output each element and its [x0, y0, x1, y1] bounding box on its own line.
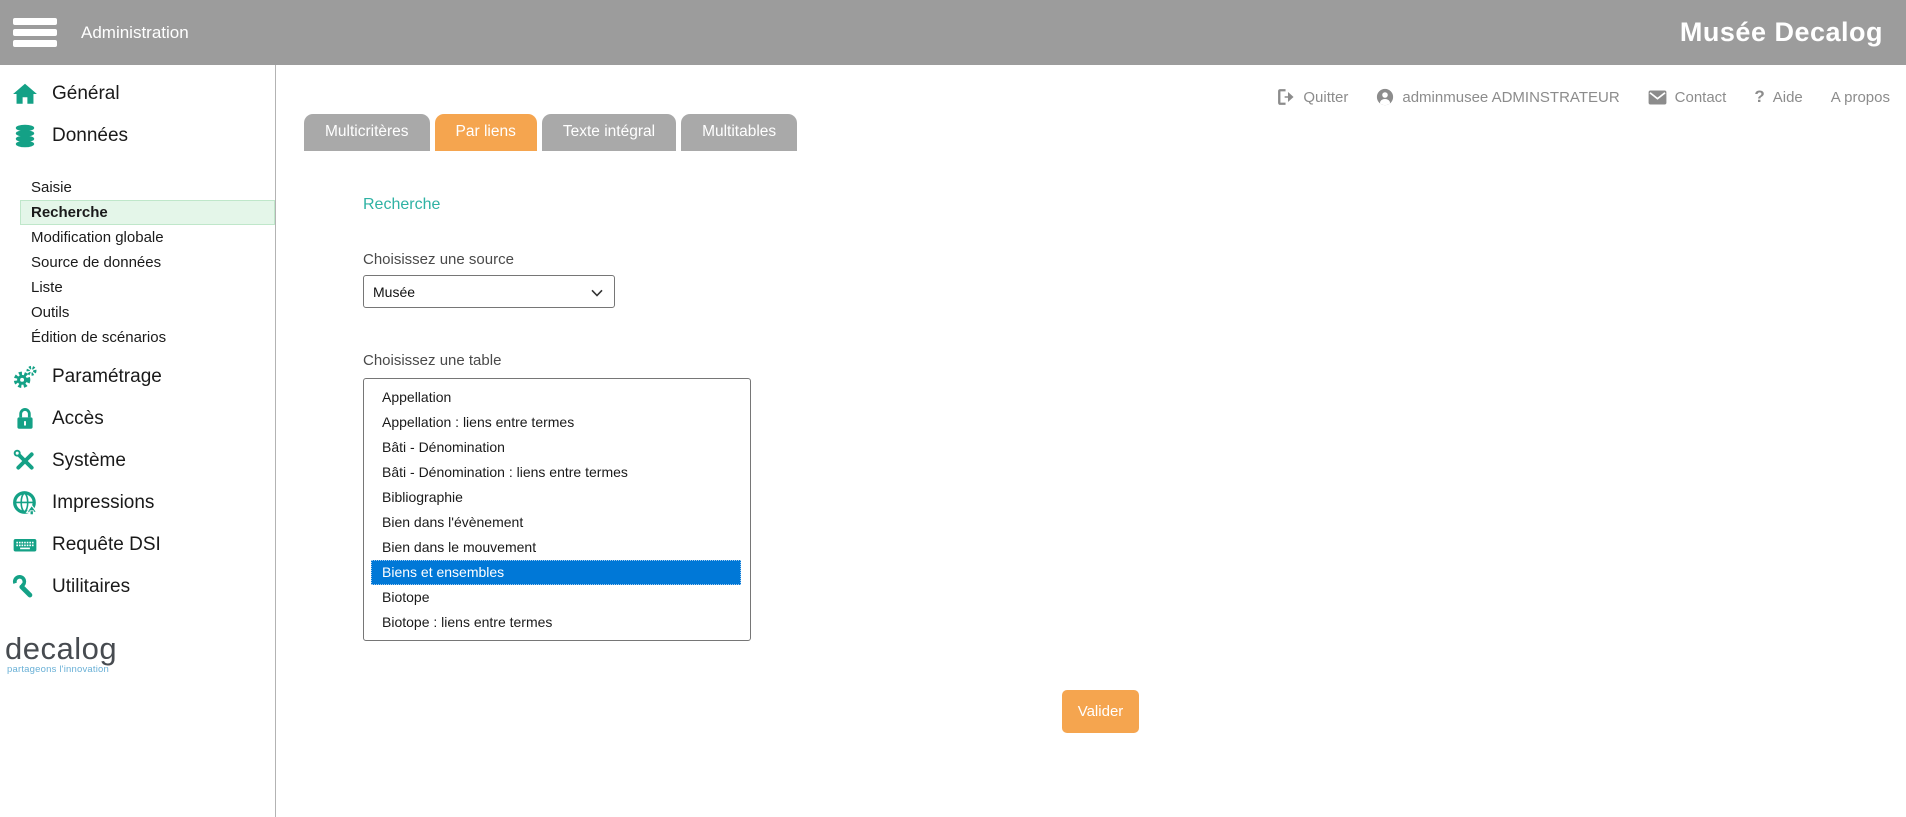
chevron-down-icon	[591, 284, 603, 300]
mail-icon	[1648, 90, 1667, 105]
help-icon: ?	[1754, 87, 1764, 107]
logout-icon	[1277, 88, 1295, 106]
sidebar-item-label: Général	[52, 83, 120, 105]
listbox-option[interactable]: Appellation : liens entre termes	[371, 410, 741, 435]
sidebar-item-label: Requête DSI	[52, 534, 161, 556]
user-links-row: Quitter adminmusee ADMINSTRATEUR	[276, 65, 1906, 112]
table-label: Choisissez une table	[363, 352, 1906, 369]
listbox-option[interactable]: Biotope	[371, 585, 741, 610]
valider-button[interactable]: Valider	[1062, 690, 1139, 733]
sidebar-item-label: Impressions	[52, 492, 154, 514]
submenu-item-modification-globale[interactable]: Modification globale	[20, 225, 275, 250]
submenu-item-liste[interactable]: Liste	[20, 275, 275, 300]
user-icon	[1376, 88, 1394, 106]
listbox-option[interactable]: Bien dans le mouvement	[371, 535, 741, 560]
tab-par-liens[interactable]: Par liens	[435, 114, 537, 151]
sidebar-item-acces[interactable]: Accès	[0, 404, 275, 434]
listbox-option[interactable]: Bien dans l'évènement	[371, 510, 741, 535]
sidebar-item-label: Données	[52, 125, 128, 147]
source-select-value: Musée	[373, 284, 415, 300]
sidebar-item-label: Utilitaires	[52, 576, 130, 598]
admin-page: Administration Musée Decalog Général Don…	[0, 0, 1906, 817]
topbar: Administration Musée Decalog	[0, 0, 1906, 65]
listbox-option[interactable]: Biotope : liens entre termes	[371, 610, 741, 635]
database-icon	[12, 123, 38, 149]
sidebar-item-general[interactable]: Général	[0, 79, 275, 109]
search-form: Recherche Choisissez une source Musée Ch…	[363, 196, 1906, 733]
sidebar-item-donnees[interactable]: Données	[0, 121, 275, 151]
globe-icon	[12, 490, 38, 516]
decalog-logo: decalog partageons l'innovation	[5, 634, 275, 675]
lock-icon	[12, 406, 38, 432]
listbox-option[interactable]: Bâti - Dénomination : liens entre termes	[371, 460, 741, 485]
gears-icon	[12, 364, 38, 390]
donnees-submenu: Saisie Recherche Modification globale So…	[0, 175, 275, 350]
sidebar-item-label: Accès	[52, 408, 104, 430]
decalog-logo-tagline: partageons l'innovation	[7, 664, 275, 675]
home-icon	[12, 81, 38, 107]
listbox-option[interactable]: Appellation	[371, 385, 741, 410]
sidebar-item-label: Paramétrage	[52, 366, 162, 388]
main-area: Quitter adminmusee ADMINSTRATEUR	[276, 65, 1906, 817]
listbox-option-selected[interactable]: Biens et ensembles	[371, 560, 741, 585]
submenu-item-saisie[interactable]: Saisie	[20, 175, 275, 200]
sidebar-item-parametrage[interactable]: Paramétrage	[0, 362, 275, 392]
submit-row: Valider	[363, 690, 1906, 733]
topbar-title: Administration	[81, 23, 189, 43]
submenu-item-recherche[interactable]: Recherche	[20, 200, 275, 225]
source-label: Choisissez une source	[363, 251, 1906, 268]
search-tabs: Multicritères Par liens Texte intégral M…	[304, 114, 1906, 151]
user-account-link[interactable]: adminmusee ADMINSTRATEUR	[1376, 88, 1619, 106]
keyboard-icon	[12, 532, 38, 558]
sidebar-item-systeme[interactable]: Système	[0, 446, 275, 476]
decalog-logo-text: decalog	[5, 634, 275, 664]
sidebar-item-impressions[interactable]: Impressions	[0, 488, 275, 518]
quitter-link[interactable]: Quitter	[1277, 88, 1348, 106]
tab-multicriteres[interactable]: Multicritères	[304, 114, 430, 151]
sidebar-item-label: Système	[52, 450, 126, 472]
contact-link[interactable]: Contact	[1648, 89, 1727, 106]
tools-icon	[12, 448, 38, 474]
submenu-item-source-de-donnees[interactable]: Source de données	[20, 250, 275, 275]
tab-multitables[interactable]: Multitables	[681, 114, 797, 151]
submenu-item-edition-de-scenarios[interactable]: Édition de scénarios	[20, 325, 275, 350]
sidebar-item-requete-dsi[interactable]: Requête DSI	[0, 530, 275, 560]
hamburger-menu-icon[interactable]	[13, 18, 57, 47]
listbox-option[interactable]: Bâti - Dénomination	[371, 435, 741, 460]
sidebar-item-utilitaires[interactable]: Utilitaires	[0, 572, 275, 602]
a-propos-link[interactable]: A propos	[1831, 89, 1890, 106]
source-select[interactable]: Musée	[363, 275, 615, 308]
page-title: Recherche	[363, 196, 1906, 214]
brand-title: Musée Decalog	[1680, 17, 1883, 48]
sidebar: Général Données Saisie Recherche Modific…	[0, 65, 276, 817]
listbox-option[interactable]: Bibliographie	[371, 485, 741, 510]
aide-link[interactable]: ? Aide	[1754, 87, 1802, 107]
wrench-icon	[12, 574, 38, 600]
table-listbox[interactable]: Appellation Appellation : liens entre te…	[363, 378, 751, 641]
submenu-item-outils[interactable]: Outils	[20, 300, 275, 325]
tab-texte-integral[interactable]: Texte intégral	[542, 114, 676, 151]
